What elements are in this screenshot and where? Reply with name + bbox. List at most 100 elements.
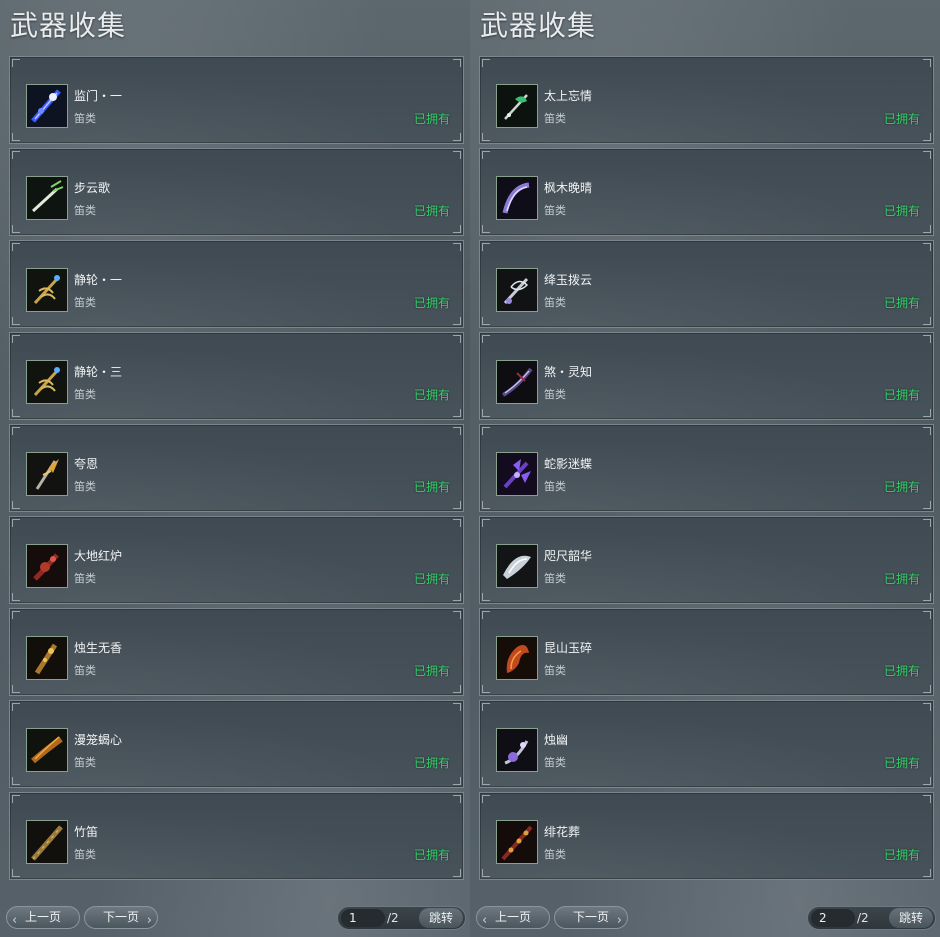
next-page-button[interactable]: 下一页 › <box>84 906 158 929</box>
owned-status: 已拥有 <box>413 296 450 310</box>
weapon-type: 笛类 <box>544 848 566 861</box>
weapon-card[interactable]: 竹笛 笛类 已拥有 <box>9 792 464 880</box>
weapon-name: 漫笼蝎心 <box>74 733 123 747</box>
owned-status: 已拥有 <box>883 388 920 402</box>
owned-status: 已拥有 <box>413 572 450 586</box>
owned-status: 已拥有 <box>413 848 450 862</box>
panel-title: 武器收集 <box>480 9 597 42</box>
weapon-card[interactable]: 夸恩 笛类 已拥有 <box>9 424 464 512</box>
owned-status: 已拥有 <box>883 848 920 862</box>
weapon-name: 昆山玉碎 <box>544 641 593 655</box>
weapon-card[interactable]: 昆山玉碎 笛类 已拥有 <box>479 608 934 696</box>
page-total: /2 <box>387 911 399 925</box>
owned-status: 已拥有 <box>883 204 920 218</box>
weapon-type: 笛类 <box>544 572 566 585</box>
weapon-card[interactable]: 咫尺韶华 笛类 已拥有 <box>479 516 934 604</box>
weapon-type: 笛类 <box>544 204 566 217</box>
weapon-collection-panel-right: 武器收集 太上忘情 笛类 已拥有 枫木晚晴 笛类 已拥有 绛玉拨云 笛类 已拥有… <box>470 0 940 937</box>
weapon-collection-panel-left: 武器收集 监门・一 笛类 已拥有 步云歌 笛类 已拥有 静轮・一 笛类 已拥有 … <box>0 0 470 937</box>
weapon-type: 笛类 <box>74 756 96 769</box>
weapon-card[interactable]: 漫笼蝎心 笛类 已拥有 <box>9 700 464 788</box>
owned-status: 已拥有 <box>883 756 920 770</box>
weapon-card[interactable]: 绛玉拨云 笛类 已拥有 <box>479 240 934 328</box>
weapon-card[interactable]: 枫木晚晴 笛类 已拥有 <box>479 148 934 236</box>
flute-silver-icon <box>496 268 538 312</box>
owned-status: 已拥有 <box>413 756 450 770</box>
jump-button[interactable]: 跳转 <box>889 908 933 928</box>
weapon-card[interactable]: 静轮・一 笛类 已拥有 <box>9 240 464 328</box>
weapon-type: 笛类 <box>74 664 96 677</box>
weapon-card[interactable]: 绯花葬 笛类 已拥有 <box>479 792 934 880</box>
page-jump-control: /2 跳转 <box>807 906 936 930</box>
weapon-list: 太上忘情 笛类 已拥有 枫木晚晴 笛类 已拥有 绛玉拨云 笛类 已拥有 煞・灵知… <box>479 56 934 884</box>
weapon-name: 烛生无香 <box>74 641 123 655</box>
weapon-card[interactable]: 大地红炉 笛类 已拥有 <box>9 516 464 604</box>
weapon-card[interactable]: 蛇影迷蝶 笛类 已拥有 <box>479 424 934 512</box>
panel-title: 武器收集 <box>10 9 127 42</box>
weapon-name: 烛幽 <box>544 733 569 747</box>
weapon-card[interactable]: 烛生无香 笛类 已拥有 <box>9 608 464 696</box>
weapon-card[interactable]: 监门・一 笛类 已拥有 <box>9 56 464 144</box>
weapon-type: 笛类 <box>544 296 566 309</box>
weapon-card[interactable]: 烛幽 笛类 已拥有 <box>479 700 934 788</box>
owned-status: 已拥有 <box>413 204 450 218</box>
chevron-left-icon: ‹ <box>12 913 18 928</box>
weapon-name: 监门・一 <box>74 89 123 103</box>
weapon-name: 静轮・三 <box>74 365 123 379</box>
weapon-type: 笛类 <box>544 664 566 677</box>
flute-gold-wheel-icon <box>26 268 68 312</box>
weapon-name: 竹笛 <box>74 825 99 839</box>
flute-gold-wheel-icon <box>26 360 68 404</box>
prev-page-button[interactable]: ‹ 上一页 <box>6 906 80 929</box>
weapon-type: 笛类 <box>74 480 96 493</box>
weapon-type: 笛类 <box>74 572 96 585</box>
flute-dark-icon <box>496 360 538 404</box>
flute-violet-icon <box>496 176 538 220</box>
flute-red-icon <box>26 544 68 588</box>
chevron-right-icon: › <box>146 913 152 928</box>
weapon-type: 笛类 <box>74 112 96 125</box>
weapon-card[interactable]: 太上忘情 笛类 已拥有 <box>479 56 934 144</box>
weapon-type: 笛类 <box>544 480 566 493</box>
prev-page-button[interactable]: ‹ 上一页 <box>476 906 550 929</box>
weapon-name: 静轮・一 <box>74 273 123 287</box>
jump-button[interactable]: 跳转 <box>419 908 463 928</box>
page-jump-control: /2 跳转 <box>337 906 466 930</box>
weapon-name: 咫尺韶华 <box>544 549 593 563</box>
page-number-input[interactable] <box>811 909 855 927</box>
owned-status: 已拥有 <box>413 388 450 402</box>
chevron-right-icon: › <box>616 913 622 928</box>
weapon-type: 笛类 <box>544 112 566 125</box>
weapon-card[interactable]: 煞・灵知 笛类 已拥有 <box>479 332 934 420</box>
owned-status: 已拥有 <box>413 664 450 678</box>
weapon-name: 步云歌 <box>74 181 111 195</box>
weapon-name: 夸恩 <box>74 457 99 471</box>
weapon-card[interactable]: 步云歌 笛类 已拥有 <box>9 148 464 236</box>
weapon-type: 笛类 <box>544 756 566 769</box>
page-number-input[interactable] <box>341 909 385 927</box>
weapon-card[interactable]: 静轮・三 笛类 已拥有 <box>9 332 464 420</box>
flute-amber-icon <box>26 636 68 680</box>
weapon-type: 笛类 <box>544 388 566 401</box>
weapon-type: 笛类 <box>74 848 96 861</box>
flute-flame-icon <box>496 636 538 680</box>
flute-ghost-icon <box>496 728 538 772</box>
weapon-name: 枫木晚晴 <box>544 181 593 195</box>
owned-status: 已拥有 <box>413 112 450 126</box>
owned-status: 已拥有 <box>883 480 920 494</box>
flute-bronze-icon <box>26 728 68 772</box>
flute-white-icon <box>26 176 68 220</box>
flute-blue-icon <box>26 84 68 128</box>
owned-status: 已拥有 <box>883 572 920 586</box>
flute-purple-icon <box>496 452 538 496</box>
flute-gold-icon <box>26 452 68 496</box>
next-page-button[interactable]: 下一页 › <box>554 906 628 929</box>
chevron-left-icon: ‹ <box>482 913 488 928</box>
owned-status: 已拥有 <box>883 296 920 310</box>
bamboo-flute-icon <box>26 820 68 864</box>
weapon-name: 煞・灵知 <box>544 365 593 379</box>
owned-status: 已拥有 <box>883 112 920 126</box>
weapon-type: 笛类 <box>74 388 96 401</box>
weapon-type: 笛类 <box>74 204 96 217</box>
page-total: /2 <box>857 911 869 925</box>
